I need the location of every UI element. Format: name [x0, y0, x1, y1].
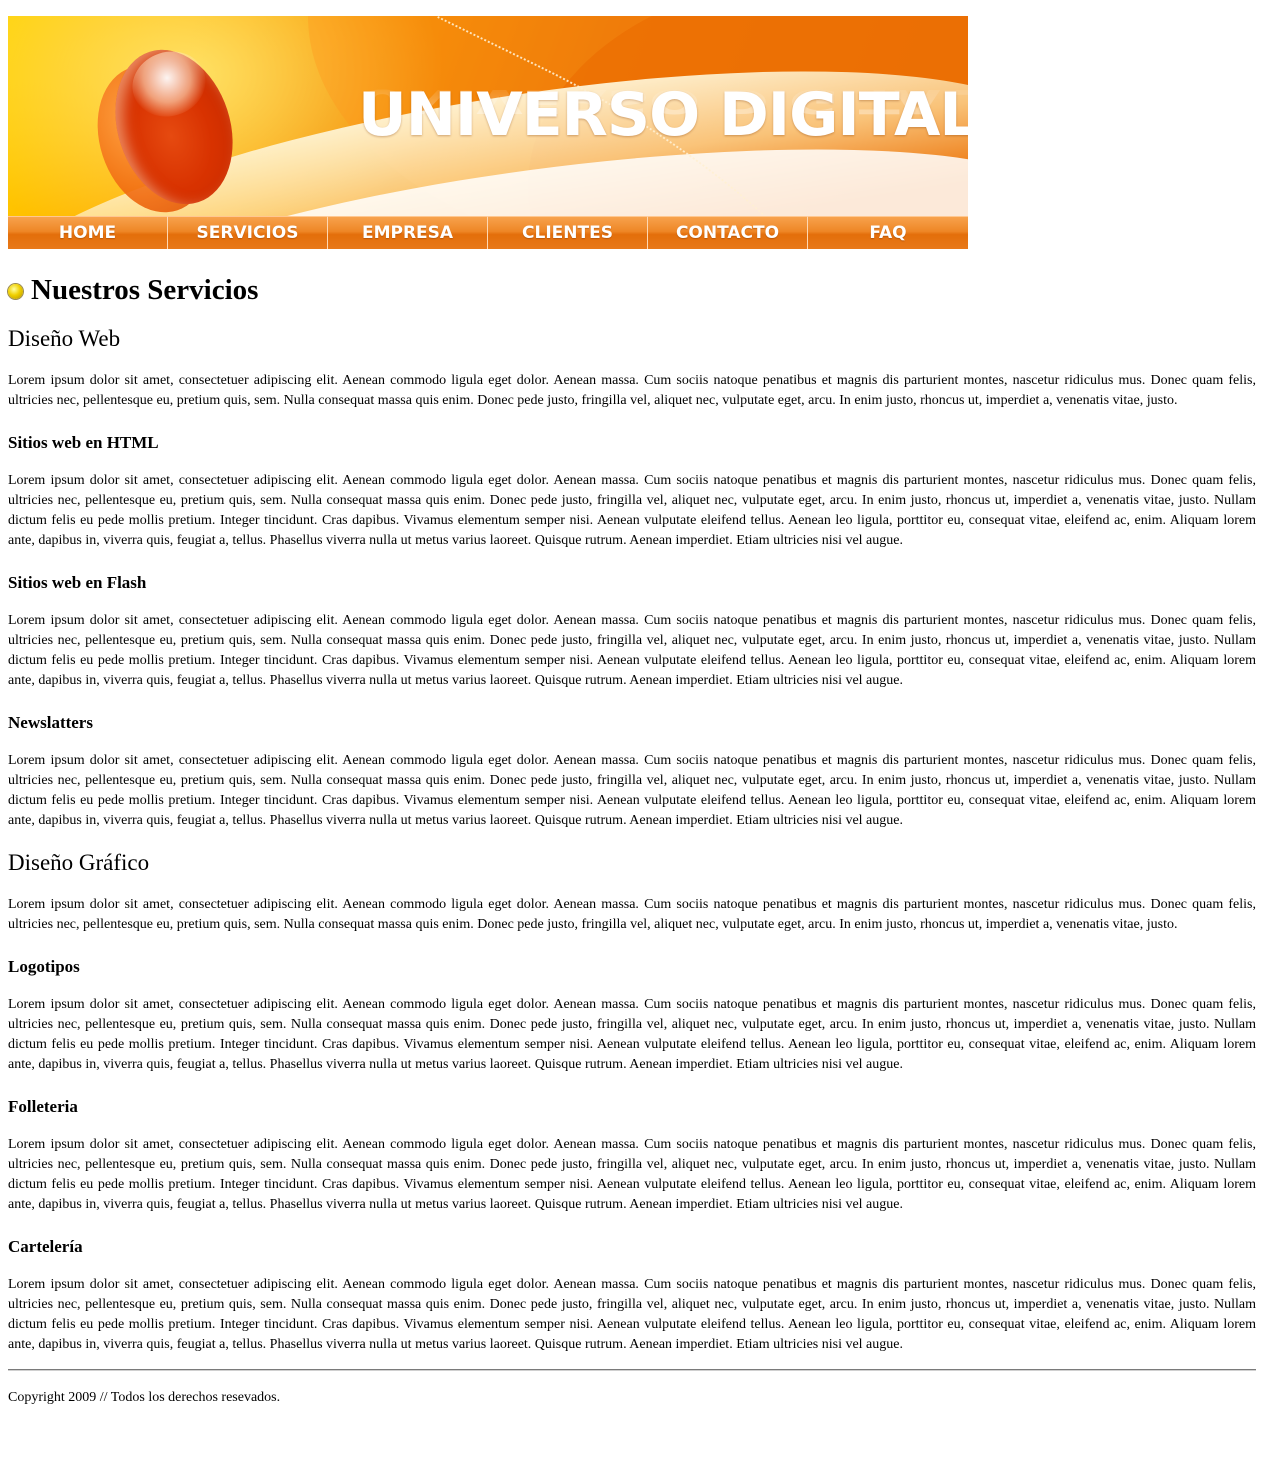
- nav-servicios[interactable]: SERVICIOS: [168, 216, 328, 249]
- subsection-text: Lorem ipsum dolor sit amet, consectetuer…: [8, 753, 1256, 828]
- footer-copyright: Copyright 2009 // Todos los derechos res…: [8, 1390, 281, 1405]
- subsection-heading: Folleteria: [8, 1097, 78, 1116]
- subsection-heading: Sitios web en Flash: [8, 573, 147, 592]
- subsection-heading: Cartelería: [8, 1237, 83, 1256]
- nav-clientes[interactable]: CLIENTES: [488, 216, 648, 249]
- main-nav: HOME SERVICIOS EMPRESA CLIENTES CONTACTO…: [8, 216, 968, 249]
- subsection-heading: Logotipos: [8, 957, 80, 976]
- nav-home[interactable]: HOME: [8, 216, 168, 249]
- footer-divider: [8, 1369, 1256, 1371]
- page-title: Nuestros Servicios: [8, 273, 1256, 307]
- subsection-text: Lorem ipsum dolor sit amet, consectetuer…: [8, 473, 1256, 548]
- header-banner: UNIVERSO DIGITAL UNIVERSO DIGITAL: [8, 16, 968, 216]
- nav-contacto[interactable]: CONTACTO: [648, 216, 808, 249]
- bullet-icon: [8, 283, 23, 299]
- subsection-text: Lorem ipsum dolor sit amet, consectetuer…: [8, 1137, 1256, 1212]
- nav-faq[interactable]: FAQ: [808, 216, 968, 249]
- section-intro: Lorem ipsum dolor sit amet, consectetuer…: [8, 373, 1256, 408]
- subsection-text: Lorem ipsum dolor sit amet, consectetuer…: [8, 997, 1256, 1072]
- site-title-reflection: UNIVERSO DIGITAL: [358, 81, 968, 121]
- page: UNIVERSO DIGITAL UNIVERSO DIGITAL HOME S…: [8, 16, 1256, 1407]
- nav-empresa[interactable]: EMPRESA: [328, 216, 488, 249]
- subsection-text: Lorem ipsum dolor sit amet, consectetuer…: [8, 613, 1256, 688]
- subsection-heading: Newslatters: [8, 713, 93, 732]
- page-title-text: Nuestros Servicios: [31, 274, 259, 306]
- subsection-text: Lorem ipsum dolor sit amet, consectetuer…: [8, 1277, 1256, 1352]
- section-heading: Diseño Web: [8, 326, 121, 351]
- subsection-heading: Sitios web en HTML: [8, 433, 159, 452]
- section-heading: Diseño Gráfico: [8, 850, 150, 875]
- section-intro: Lorem ipsum dolor sit amet, consectetuer…: [8, 897, 1256, 932]
